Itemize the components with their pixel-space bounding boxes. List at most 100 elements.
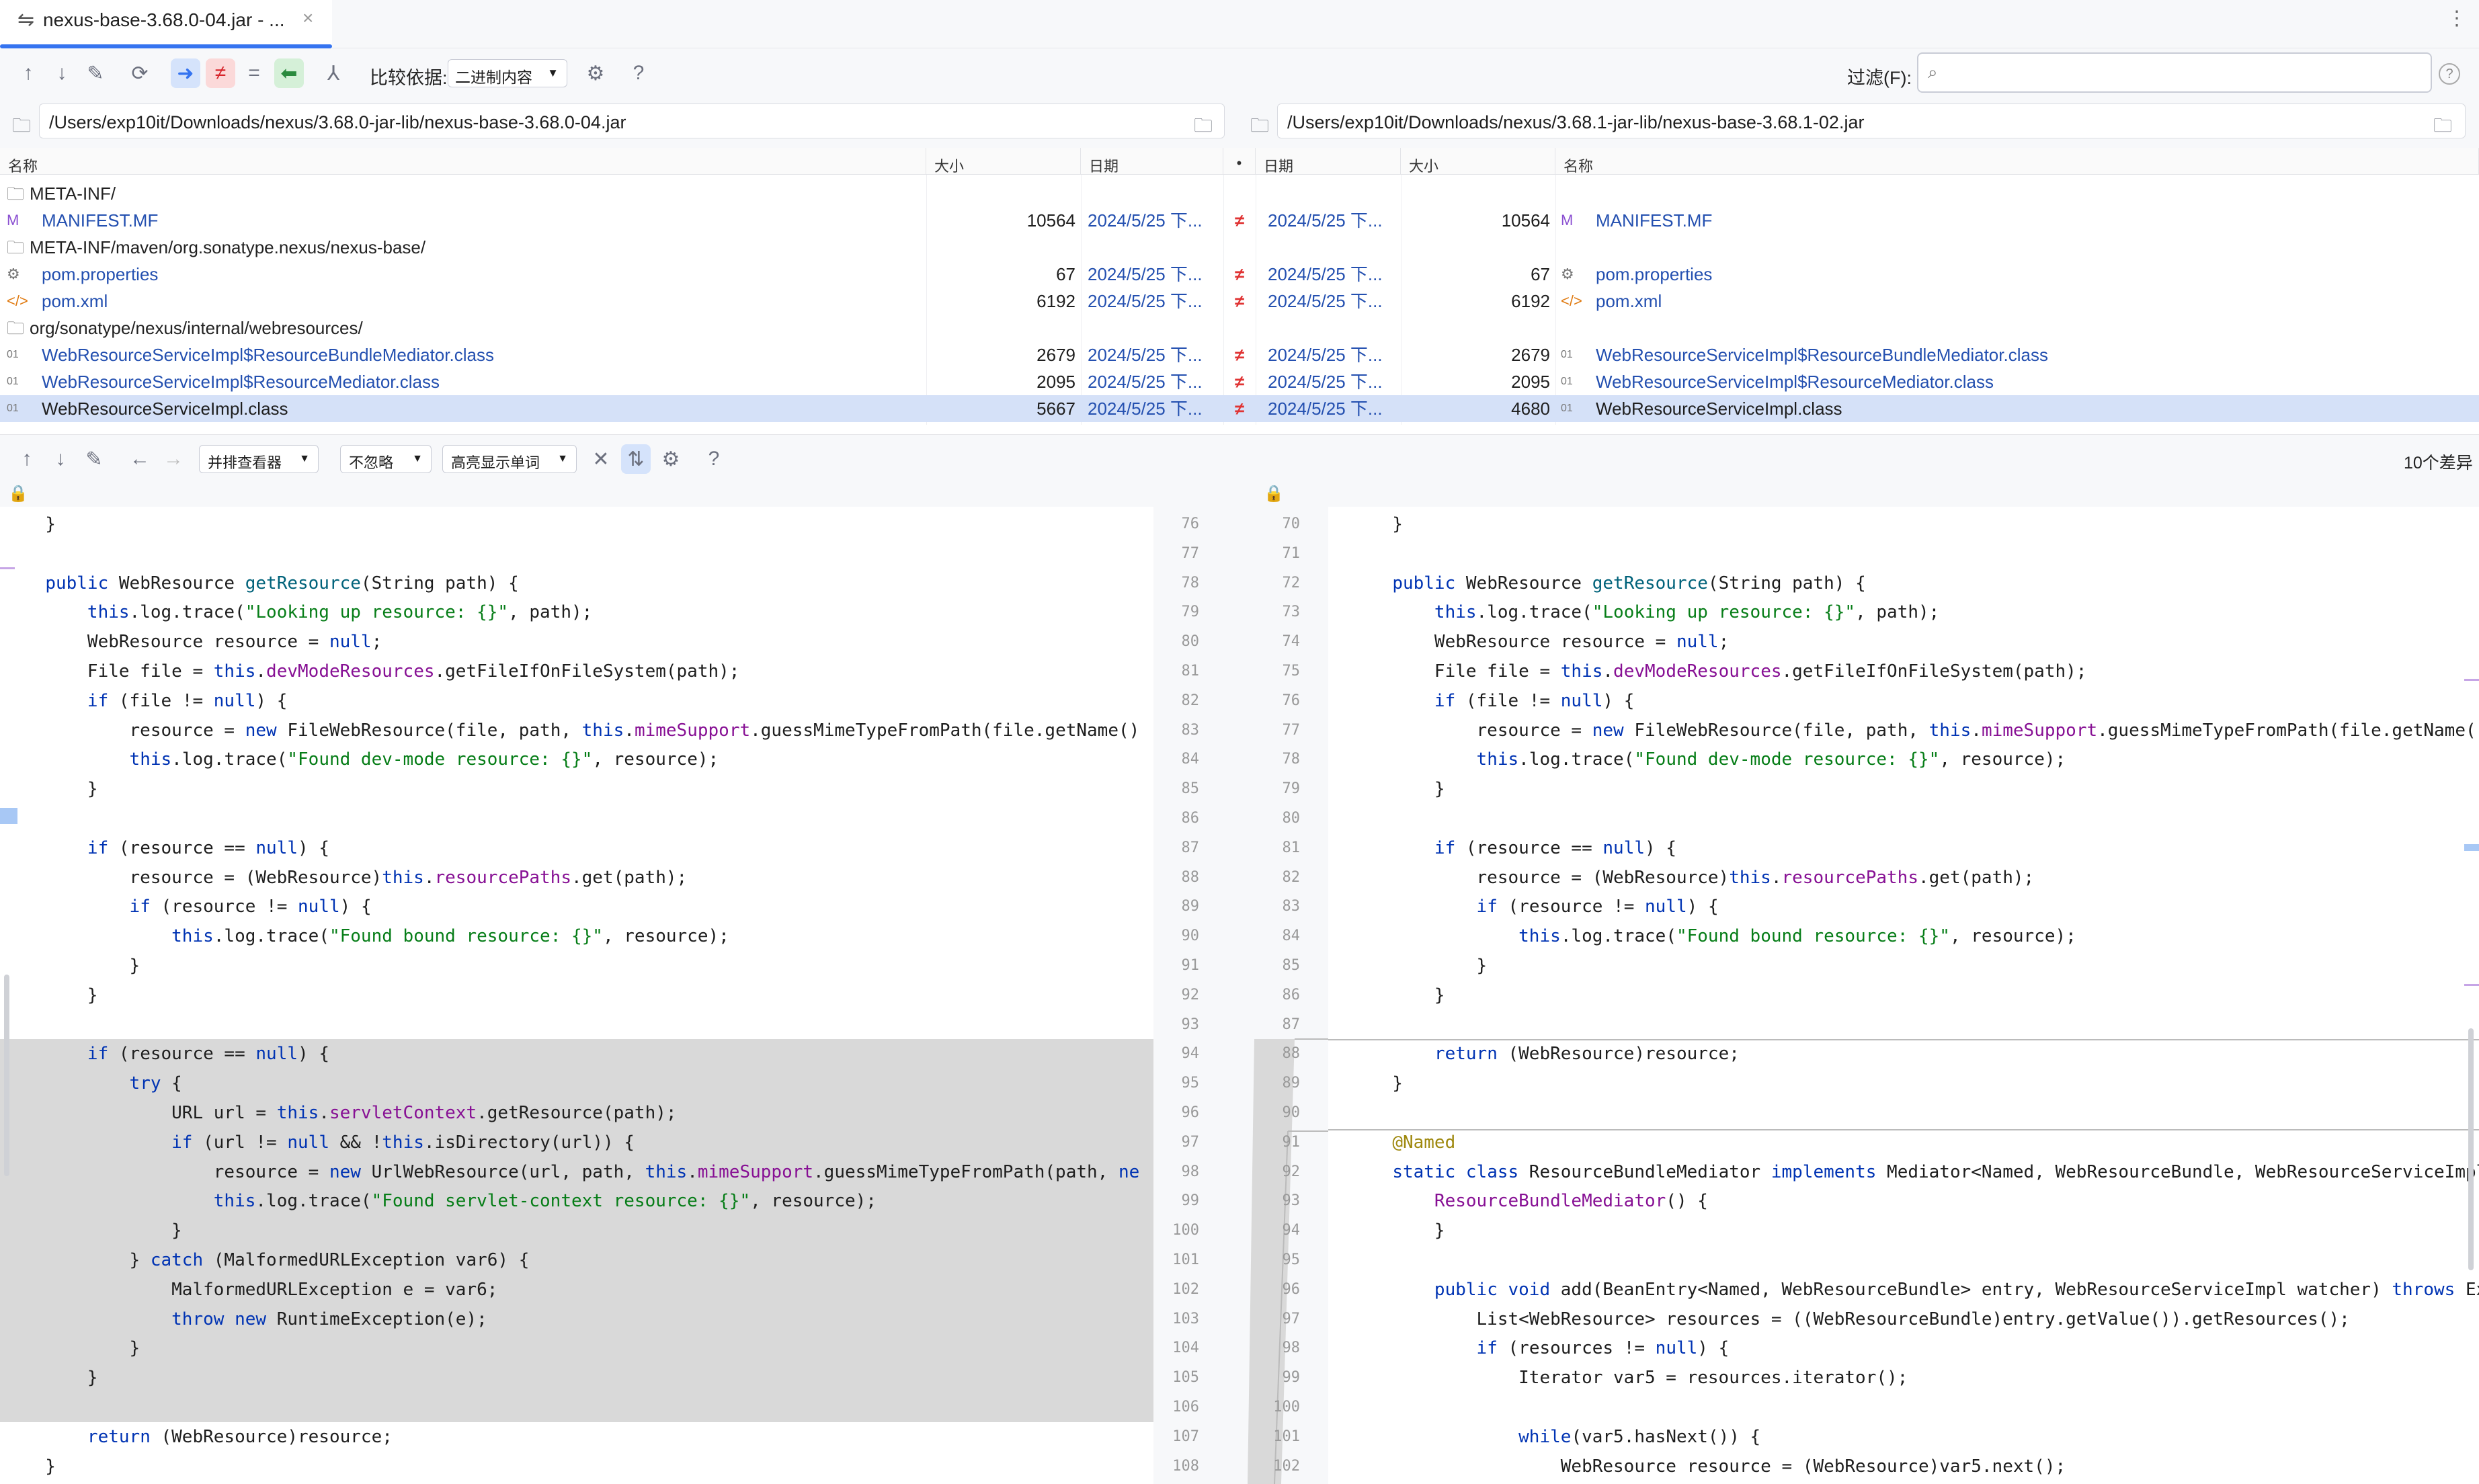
code-line: ResourceBundleMediator() { — [1434, 1191, 1708, 1212]
left-line-number: 103 — [1172, 1310, 1199, 1327]
not-equal-icon: ≠ — [1234, 345, 1245, 365]
more-vertical-icon[interactable]: ⋮ — [2447, 7, 2467, 30]
column-header-name[interactable]: 名称 — [0, 148, 926, 175]
left-file-date: 2024/5/25 下... — [1088, 291, 1203, 311]
lock-icon[interactable]: 🔒 — [1264, 484, 1284, 503]
diff-help-button[interactable]: ? — [699, 435, 729, 483]
directory-row[interactable]: 🗀 META-INF/maven/org.sonatype.nexus/nexus… — [0, 234, 2479, 261]
back-button[interactable]: ← — [125, 435, 155, 483]
class-file-icon: 01 — [7, 349, 19, 360]
right-line-number: 92 — [1282, 1163, 1301, 1180]
help-button[interactable]: ? — [624, 48, 653, 98]
show-equal-button[interactable]: = — [239, 48, 269, 98]
folder-icon: 🗀 — [7, 318, 25, 338]
right-file-size: 4680 — [1511, 399, 1550, 419]
directory-row[interactable]: 🗀 META-INF/ — [0, 180, 2479, 207]
left-file-size: 6192 — [1037, 291, 1075, 311]
show-different-button[interactable]: ≠ — [204, 48, 237, 98]
file-row[interactable]: ⚙ pom.properties 67 2024/5/25 下... ≠ 2024/5/2… — [0, 261, 2479, 288]
browse-right-folder-icon[interactable]: 🗀 — [2433, 112, 2452, 144]
code-line: WebResource resource = null; — [24, 632, 382, 653]
lock-icon[interactable]: 🔒 — [8, 484, 28, 503]
diff-settings-button[interactable]: ⚙ — [656, 435, 686, 483]
collapse-unchanged-button[interactable]: ✕ — [586, 435, 616, 483]
column-header-diff[interactable]: • — [1223, 148, 1256, 175]
filter-input[interactable] — [1953, 58, 2424, 87]
editor-lock-row: 🔒 🔒 — [0, 483, 2479, 507]
left-file-name: pom.properties — [42, 264, 159, 284]
column-header-name-right[interactable]: 名称 — [1555, 148, 2479, 175]
merge-button[interactable]: ⅄ — [319, 48, 348, 98]
right-path-field[interactable]: /Users/exp10it/Downloads/nexus/3.68.1-ja… — [1277, 104, 2466, 138]
line-number-gutter: 76 77 78 79 80 81 82 83 84 85 86 87 88 89 90 91 92 93 94 95… — [1153, 507, 1328, 1484]
left-line-number: 95 — [1181, 1075, 1200, 1092]
file-row[interactable]: 01 WebResourceServiceImpl$ResourceMediato… — [0, 368, 2479, 395]
diff-toolbar: ↑ ↓ ✎ ← → 并排查看器 ▼ 不忽略 ▼ 高亮显示单词 ▼ ✕ ⇅ ⚙ ?… — [0, 434, 2479, 483]
code-line: } — [24, 1456, 56, 1477]
show-new-left-button[interactable]: ➜ — [169, 48, 202, 98]
directory-row[interactable]: 🗀 org/sonatype/nexus/internal/webresource… — [0, 315, 2479, 341]
right-file-date: 2024/5/25 下... — [1268, 372, 1383, 392]
right-line-number: 95 — [1282, 1251, 1301, 1268]
right-scrollbar[interactable] — [2468, 1028, 2474, 1270]
ignore-select[interactable]: 不忽略 ▼ — [340, 445, 432, 473]
viewer-select[interactable]: 并排查看器 ▼ — [199, 445, 319, 473]
right-code-editor[interactable]: } public WebResource getResource(String … — [1328, 507, 2479, 1484]
arrow-left-icon: ← — [130, 448, 150, 470]
highlight-select[interactable]: 高亮显示单词 ▼ — [442, 445, 577, 473]
left-line-number: 91 — [1181, 957, 1200, 974]
edit-source-button[interactable]: ✎ — [81, 48, 110, 98]
filter-help-icon[interactable]: ? — [2439, 63, 2460, 85]
filter-settings-button[interactable]: ⚙ — [581, 48, 610, 98]
left-line-number: 102 — [1172, 1280, 1199, 1298]
filter-box: ⌕ — [1917, 52, 2432, 93]
left-line-number: 100 — [1172, 1222, 1199, 1239]
code-line: File file = this.devModeResources.getFil… — [24, 661, 740, 682]
code-line: } — [1371, 514, 1403, 534]
left-line-number: 101 — [1172, 1251, 1199, 1268]
column-header-date-right[interactable]: 日期 — [1256, 148, 1401, 175]
right-line-number: 88 — [1282, 1045, 1301, 1063]
diff-marker — [2464, 679, 2479, 681]
file-row[interactable]: M MANIFEST.MF 10564 2024/5/25 下... ≠ 2024/5/2… — [0, 207, 2479, 234]
forward-button[interactable]: → — [159, 435, 188, 483]
left-line-number: 87 — [1181, 839, 1200, 856]
sync-scroll-button[interactable]: ⇅ — [620, 435, 652, 483]
column-header-date[interactable]: 日期 — [1081, 148, 1223, 175]
left-line-number: 93 — [1181, 1016, 1200, 1033]
right-file-name: pom.xml — [1596, 291, 1662, 311]
next-difference-button[interactable]: ↓ — [47, 48, 77, 98]
right-file-date: 2024/5/25 下... — [1268, 264, 1383, 284]
tab-diff[interactable]: ⇋ nexus-base-3.68.0-04.jar - ... × — [0, 0, 332, 48]
left-path-field[interactable]: /Users/exp10it/Downloads/nexus/3.68.0-ja… — [39, 104, 1225, 138]
code-line: Iterator var5 = resources.iterator(); — [1371, 1368, 1908, 1389]
not-equal-icon: ≠ — [1234, 399, 1245, 419]
prev-diff-button[interactable]: ↑ — [12, 435, 42, 483]
right-file-size: 2679 — [1511, 345, 1550, 365]
left-file-name: pom.xml — [42, 291, 108, 311]
refresh-button[interactable]: ⟳ — [125, 48, 155, 98]
code-line: return (WebResource)resource; — [1434, 1044, 1740, 1065]
compare-by-select[interactable]: 二进制内容 ▼ — [448, 59, 567, 87]
right-line-number: 97 — [1282, 1310, 1301, 1327]
file-row[interactable]: 01 WebResourceServiceImpl.class 5667 2024/5… — [0, 395, 2479, 422]
show-new-right-button[interactable]: ⬅ — [273, 48, 305, 98]
column-header-size[interactable]: 大小 — [926, 148, 1081, 175]
column-header-size-right[interactable]: 大小 — [1401, 148, 1555, 175]
code-line: if (resource != null) { — [129, 897, 372, 917]
close-icon[interactable]: × — [302, 7, 313, 29]
left-file-date: 2024/5/25 下... — [1088, 210, 1203, 231]
next-diff-button[interactable]: ↓ — [46, 435, 75, 483]
edit-button[interactable]: ✎ — [79, 435, 109, 483]
left-code-editor[interactable]: } public WebResource getResource(String … — [0, 507, 1153, 1484]
right-line-number: 85 — [1282, 957, 1301, 974]
right-line-number: 99 — [1282, 1369, 1301, 1387]
prev-difference-button[interactable]: ↑ — [13, 48, 43, 98]
file-row[interactable]: </> pom.xml 6192 2024/5/25 下... ≠ 2024/5/25 下… — [0, 288, 2479, 315]
file-row[interactable]: 01 WebResourceServiceImpl$ResourceBundleM… — [0, 341, 2479, 368]
left-line-number: 108 — [1172, 1457, 1199, 1475]
left-scrollbar[interactable] — [4, 975, 9, 1176]
browse-left-folder-icon[interactable]: 🗀 — [1194, 112, 1213, 144]
